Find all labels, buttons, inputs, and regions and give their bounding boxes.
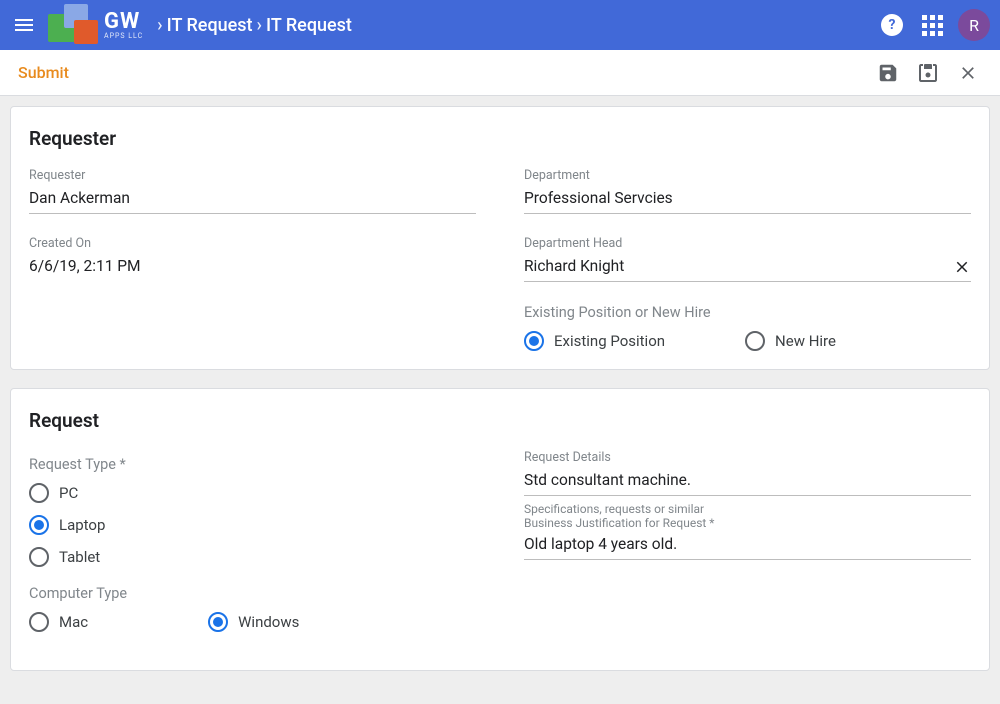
requester-card: Requester Requester Dan Ackerman Created… <box>10 106 990 370</box>
field-label: Existing Position or New Hire <box>524 304 971 321</box>
brand-text: GW APPS LLC <box>102 11 149 40</box>
close-icon <box>958 63 978 83</box>
brand-subtitle: APPS LLC <box>104 33 143 40</box>
radio-label: New Hire <box>775 332 836 350</box>
hamburger-icon <box>15 19 33 31</box>
request-card: Request Request Type * PC Laptop Tablet … <box>10 388 990 671</box>
field-value: Std consultant machine. <box>524 469 971 496</box>
radio-pc[interactable]: PC <box>29 483 476 503</box>
field-label: Business Justification for Request * <box>524 516 971 530</box>
field-label: Requester <box>29 168 476 183</box>
clear-button[interactable] <box>953 258 971 276</box>
avatar[interactable]: R <box>958 9 990 41</box>
close-button[interactable] <box>948 53 988 93</box>
card-title: Request <box>29 409 971 432</box>
card-title: Requester <box>29 127 971 150</box>
position-type-group: Existing Position or New Hire Existing P… <box>524 304 971 351</box>
app-logo <box>48 4 100 46</box>
radio-label: Tablet <box>59 548 100 566</box>
submit-button[interactable]: Submit <box>12 59 75 86</box>
field-value: Professional Servcies <box>524 187 971 214</box>
apps-button[interactable] <box>912 5 952 45</box>
field-value: Old laptop 4 years old. <box>524 531 971 560</box>
field-label: Department Head <box>524 236 971 251</box>
radio-icon <box>745 331 765 351</box>
helper-text: Specifications, requests or similar <box>524 502 971 516</box>
radio-icon <box>524 331 544 351</box>
department-head-field[interactable]: Department Head Richard Knight <box>524 236 971 282</box>
field-label: Request Type * <box>29 456 476 473</box>
radio-icon <box>29 612 49 632</box>
grid-icon <box>922 15 943 36</box>
radio-label: Mac <box>59 613 88 631</box>
department-field[interactable]: Department Professional Servcies <box>524 168 971 214</box>
field-value: Richard Knight <box>524 255 971 282</box>
breadcrumb-item[interactable]: IT Request <box>167 15 253 36</box>
radio-mac[interactable]: Mac <box>29 612 88 632</box>
created-on-field: Created On 6/6/19, 2:11 PM <box>29 236 476 281</box>
breadcrumb: › IT Request › IT Request <box>149 15 352 36</box>
radio-label: Windows <box>238 613 299 631</box>
chevron-right-icon: › <box>257 15 262 36</box>
field-label: Department <box>524 168 971 183</box>
radio-label: Laptop <box>59 516 105 534</box>
save-as-icon <box>916 61 940 85</box>
justification-field[interactable]: Old laptop 4 years old. <box>524 531 971 560</box>
radio-label: PC <box>59 484 78 502</box>
save-icon <box>877 62 899 84</box>
radio-new-hire[interactable]: New Hire <box>745 331 836 351</box>
field-label: Request Details <box>524 450 971 465</box>
radio-laptop[interactable]: Laptop <box>29 515 476 535</box>
radio-icon <box>29 515 49 535</box>
field-value: 6/6/19, 2:11 PM <box>29 255 476 281</box>
field-label: Created On <box>29 236 476 251</box>
app-bar: GW APPS LLC › IT Request › IT Request ? … <box>0 0 1000 50</box>
chevron-right-icon: › <box>157 15 162 36</box>
radio-existing-position[interactable]: Existing Position <box>524 331 665 351</box>
save-button[interactable] <box>868 53 908 93</box>
avatar-initial: R <box>969 16 979 35</box>
menu-button[interactable] <box>0 19 48 31</box>
action-bar: Submit <box>0 50 1000 96</box>
help-icon: ? <box>881 14 903 36</box>
radio-windows[interactable]: Windows <box>208 612 299 632</box>
radio-tablet[interactable]: Tablet <box>29 547 476 567</box>
radio-icon <box>29 483 49 503</box>
request-details-field[interactable]: Request Details Std consultant machine. <box>524 450 971 496</box>
close-icon <box>953 258 971 276</box>
save-as-button[interactable] <box>908 53 948 93</box>
help-button[interactable]: ? <box>872 5 912 45</box>
field-value: Dan Ackerman <box>29 187 476 214</box>
breadcrumb-item[interactable]: IT Request <box>266 15 352 36</box>
brand-name: GW <box>104 11 143 33</box>
radio-icon <box>29 547 49 567</box>
radio-label: Existing Position <box>554 332 665 350</box>
field-label: Computer Type <box>29 585 476 602</box>
requester-field[interactable]: Requester Dan Ackerman <box>29 168 476 214</box>
radio-icon <box>208 612 228 632</box>
